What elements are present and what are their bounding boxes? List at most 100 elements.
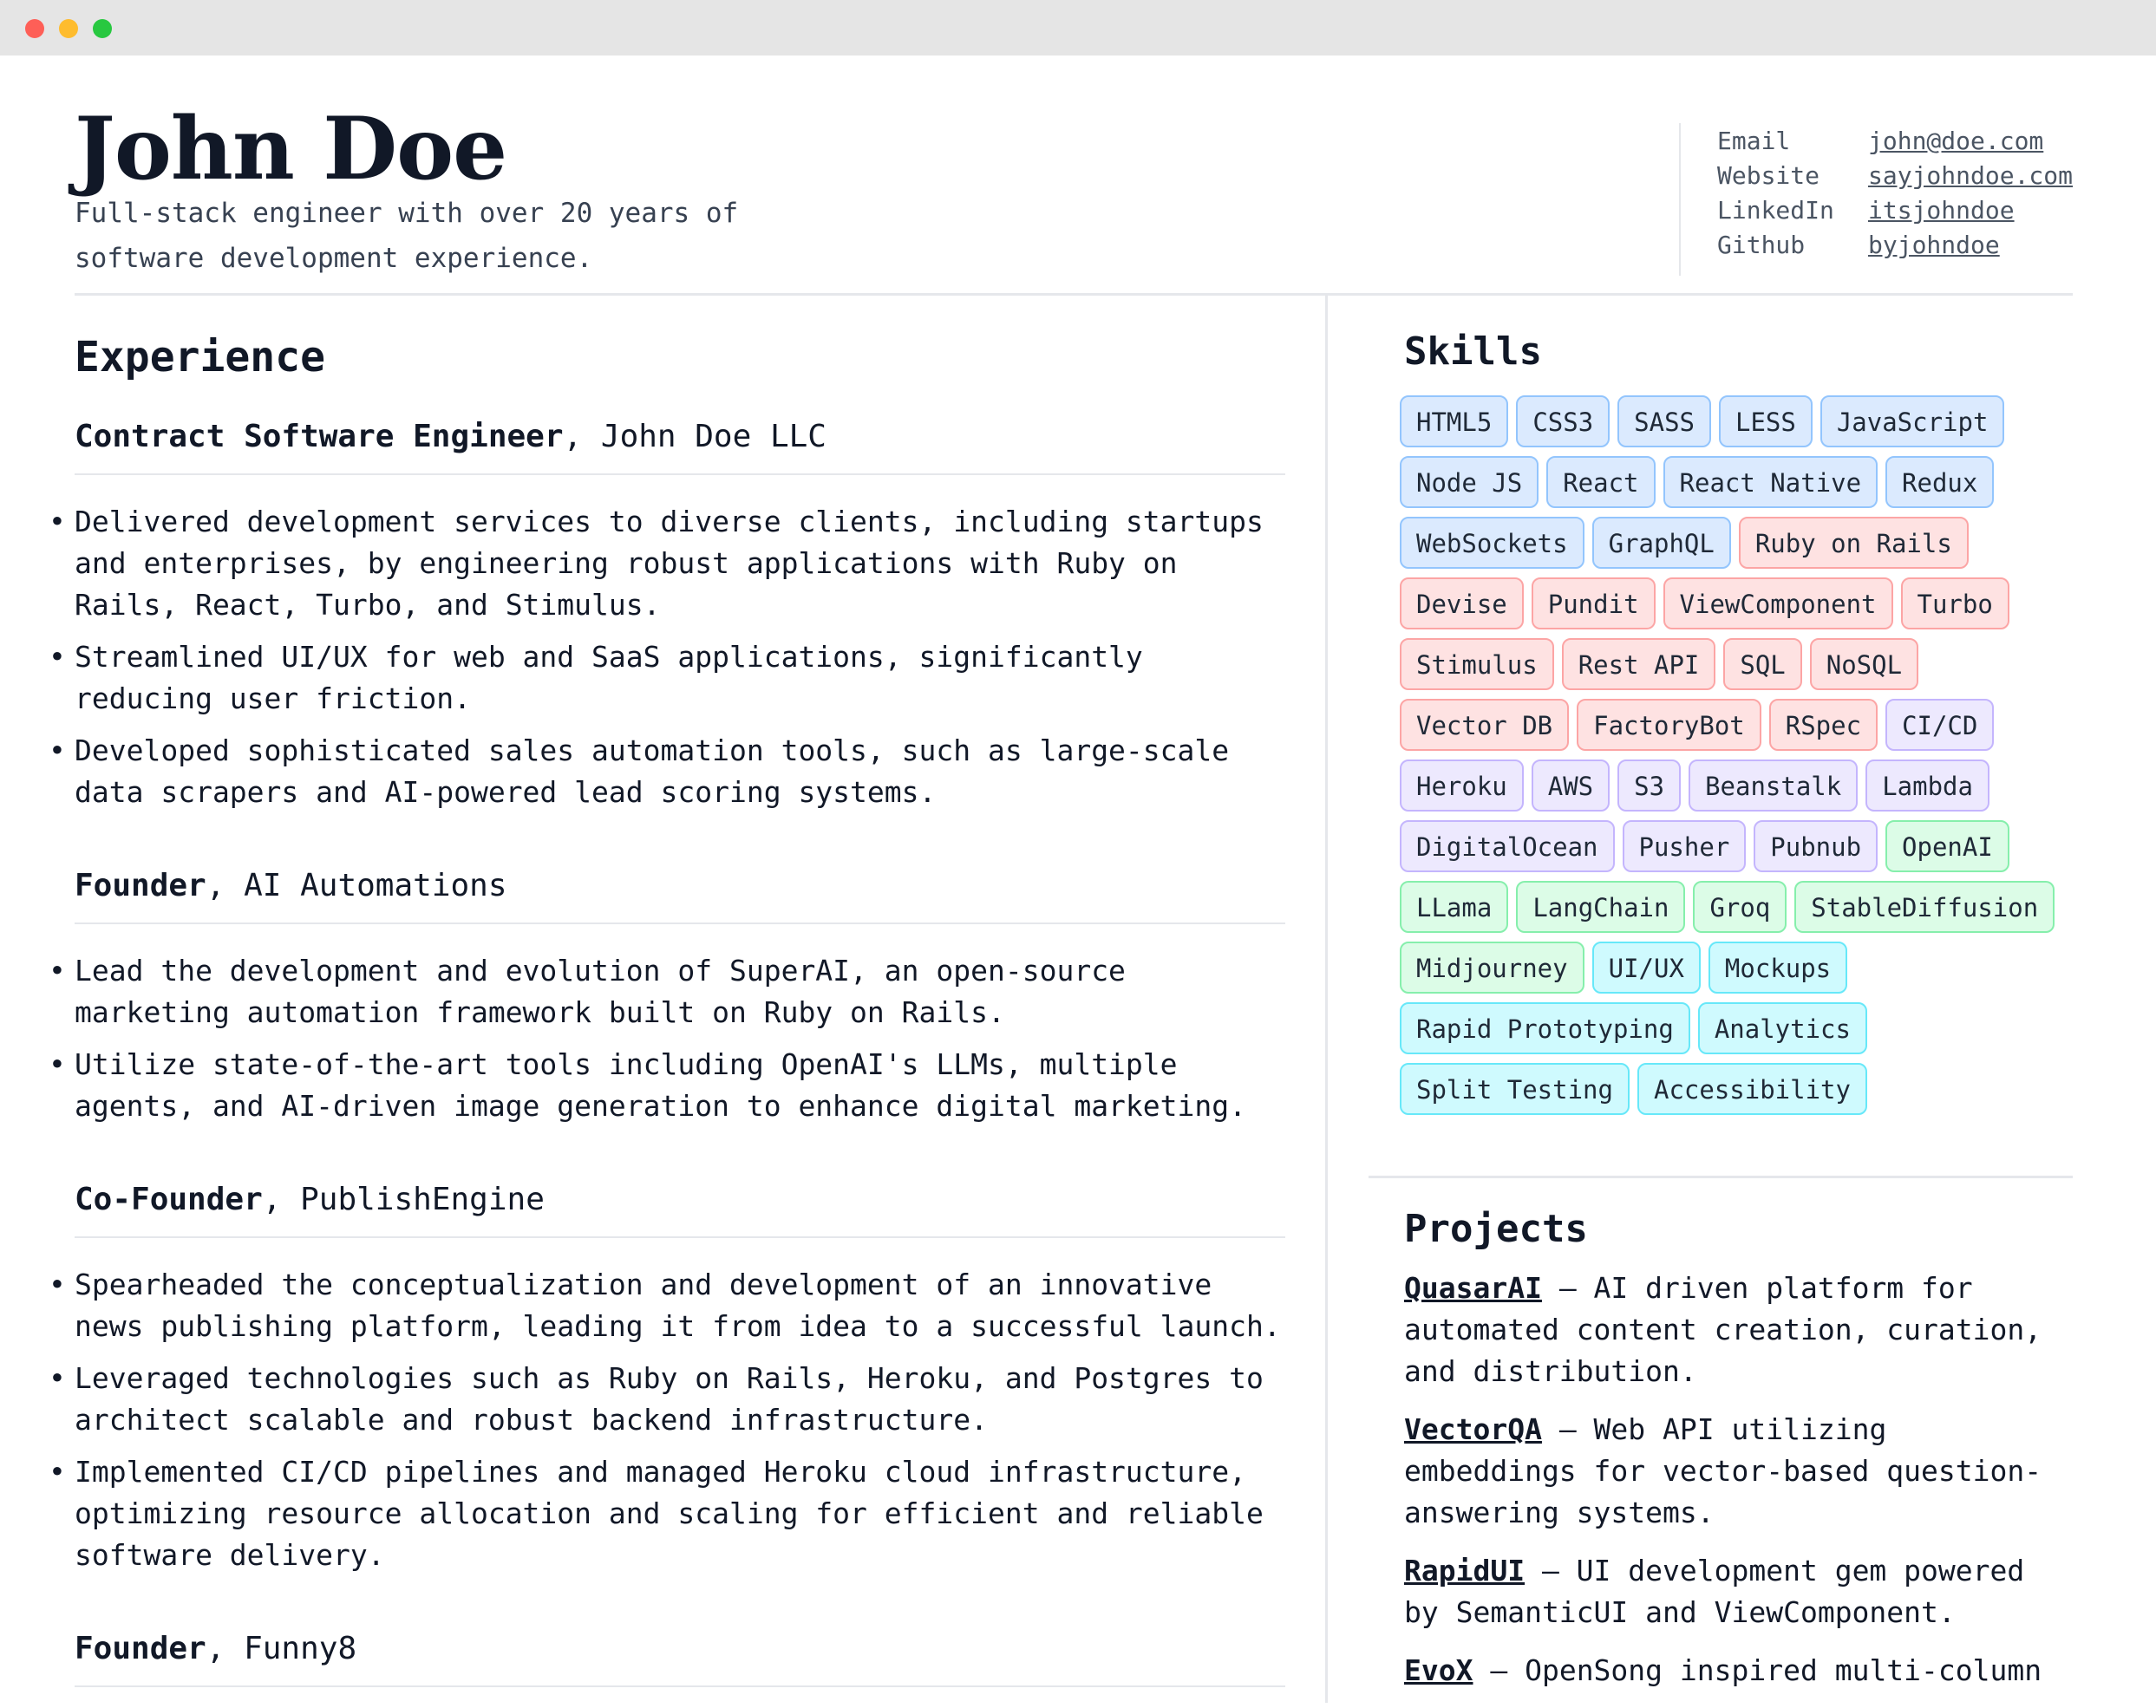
project-item: VectorQA – Web API utilizing embeddings … <box>1404 1409 2072 1534</box>
skill-tag: RSpec <box>1768 699 1878 751</box>
page-title: John Doe <box>75 99 507 199</box>
job-divider <box>75 922 1285 924</box>
bullet-item: Leveraged technologies such as Ruby on R… <box>49 1358 1285 1441</box>
job-entry: Founder, AI Automations Lead the develop… <box>49 864 1285 1138</box>
skill-tag: FactoryBot <box>1577 699 1761 751</box>
skill-tag: S3 <box>1617 759 1682 812</box>
skill-tag: Rest API <box>1561 638 1716 690</box>
skills-heading: Skills <box>1404 329 1542 374</box>
experience-heading: Experience <box>75 333 325 381</box>
project-list: QuasarAI – AI driven platform for automa… <box>1404 1268 2072 1708</box>
project-link[interactable]: EvoX <box>1404 1653 1473 1687</box>
contact-label: Website <box>1717 160 1820 190</box>
skill-tag: Midjourney <box>1400 942 1584 994</box>
skill-tag: React Native <box>1663 456 1878 508</box>
contact-row-website: Website sayjohndoe.com <box>1717 158 2073 192</box>
bullet-item: Utilize state-of-the-art tools including… <box>49 1044 1285 1127</box>
contact-row-github: Github byjohndoe <box>1717 227 2073 262</box>
job-header: Contract Software Engineer, John Doe LLC <box>75 419 826 454</box>
bullet-item: Developed sophisticated sales automation… <box>49 730 1285 813</box>
job-header: Founder, AI Automations <box>75 868 507 903</box>
job-bullets: Delivered development services to divers… <box>49 501 1285 813</box>
skill-tag-list: HTML5 CSS3 SASS LESS JavaScript Node JS React R… <box>1400 395 2076 1115</box>
contact-label: Github <box>1717 230 1806 259</box>
tagline: Full-stack engineer with over 20 years o… <box>75 198 739 274</box>
skill-tag: LESS <box>1719 395 1813 447</box>
header-divider <box>75 293 2073 296</box>
job-header: Co-Founder, PublishEngine <box>75 1182 545 1217</box>
skill-tag: SQL <box>1723 638 1802 690</box>
skill-tag: LangChain <box>1516 881 1686 933</box>
skill-tag: SASS <box>1617 395 1711 447</box>
skill-tag: Pusher <box>1622 820 1747 872</box>
job-divider <box>75 1685 1285 1687</box>
bullet-item: Delivered development services to divers… <box>49 501 1285 626</box>
contact-label: LinkedIn <box>1717 195 1834 225</box>
window-titlebar <box>0 0 2156 55</box>
project-item: QuasarAI – AI driven platform for automa… <box>1404 1268 2072 1392</box>
job-divider <box>75 1236 1285 1238</box>
bullet-item: Streamlined UI/UX for web and SaaS appli… <box>49 636 1285 720</box>
minimize-window-icon[interactable] <box>59 19 78 38</box>
job-company: Funny8 <box>244 1631 357 1666</box>
email-link[interactable]: john@doe.com <box>1868 127 2043 155</box>
skill-tag: Heroku <box>1400 759 1524 812</box>
job-company: John Doe LLC <box>600 419 826 454</box>
skill-tag: Beanstalk <box>1689 759 1859 812</box>
skill-tag: Pubnub <box>1754 820 1878 872</box>
project-item: RapidUI – UI development gem powered by … <box>1404 1550 2072 1633</box>
close-window-icon[interactable] <box>25 19 44 38</box>
skill-tag: Analytics <box>1697 1002 1867 1054</box>
job-entry: Co-Founder, PublishEngine Spearheaded th… <box>49 1177 1285 1587</box>
github-link[interactable]: byjohndoe <box>1868 231 2000 259</box>
job-role: Contract Software Engineer <box>75 419 564 454</box>
skill-tag: CI/CD <box>1885 699 1995 751</box>
job-bullets: Spearheaded the conceptualization and de… <box>49 1264 1285 1576</box>
project-link[interactable]: QuasarAI <box>1404 1271 1542 1305</box>
job-company: AI Automations <box>244 868 507 903</box>
linkedin-link[interactable]: itsjohndoe <box>1868 196 2015 225</box>
skill-tag: React <box>1546 456 1656 508</box>
project-link[interactable]: VectorQA <box>1404 1412 1542 1446</box>
website-link[interactable]: sayjohndoe.com <box>1868 161 2073 190</box>
skill-tag: NoSQL <box>1809 638 1919 690</box>
skill-tag: StableDiffusion <box>1794 881 2055 933</box>
skill-tag: Lambda <box>1865 759 1989 812</box>
job-divider <box>75 473 1285 475</box>
skill-tag: Devise <box>1400 577 1524 629</box>
contact-label: Email <box>1717 126 1791 155</box>
bullet-item: Lead the development and evolution of Su… <box>49 950 1285 1033</box>
job-header: Founder, Funny8 <box>75 1631 357 1666</box>
job-entry: Contract Software Engineer, John Doe LLC… <box>49 414 1285 824</box>
projects-heading: Projects <box>1404 1207 1588 1251</box>
job-role: Founder <box>75 1631 206 1666</box>
skill-tag: GraphQL <box>1591 517 1731 569</box>
contact-row-linkedin: LinkedIn itsjohndoe <box>1717 192 2073 227</box>
skill-tag: WebSockets <box>1400 517 1584 569</box>
project-item: EvoX – OpenSong inspired multi-column <box>1404 1650 2072 1692</box>
skill-tag: ViewComponent <box>1663 577 1893 629</box>
project-link[interactable]: RapidUI <box>1404 1554 1525 1587</box>
skill-tag: Mockups <box>1708 942 1848 994</box>
skill-tag: LLama <box>1400 881 1509 933</box>
skill-tag: Redux <box>1885 456 1995 508</box>
job-entry: Founder, Funny8 <box>75 1627 1285 1687</box>
skill-tag: Rapid Prototyping <box>1400 1002 1690 1054</box>
skill-tag: JavaScript <box>1820 395 2005 447</box>
column-divider <box>1325 293 1328 1703</box>
skill-tag: Groq <box>1693 881 1787 933</box>
skill-tag: Node JS <box>1400 456 1539 508</box>
job-bullets: Lead the development and evolution of Su… <box>49 950 1285 1127</box>
skill-tag: OpenAI <box>1885 820 2009 872</box>
bullet-item: Spearheaded the conceptualization and de… <box>49 1264 1285 1347</box>
job-company: PublishEngine <box>300 1182 545 1217</box>
project-description: – OpenSong inspired multi-column <box>1473 1653 2042 1687</box>
bullet-item: Implemented CI/CD pipelines and managed … <box>49 1451 1285 1576</box>
skill-tag: HTML5 <box>1400 395 1509 447</box>
skills-divider <box>1369 1176 2073 1178</box>
job-role: Co-Founder <box>75 1182 263 1217</box>
skill-tag: Pundit <box>1531 577 1656 629</box>
maximize-window-icon[interactable] <box>93 19 112 38</box>
skill-tag: Vector DB <box>1400 699 1570 751</box>
skill-tag: Split Testing <box>1400 1063 1630 1115</box>
